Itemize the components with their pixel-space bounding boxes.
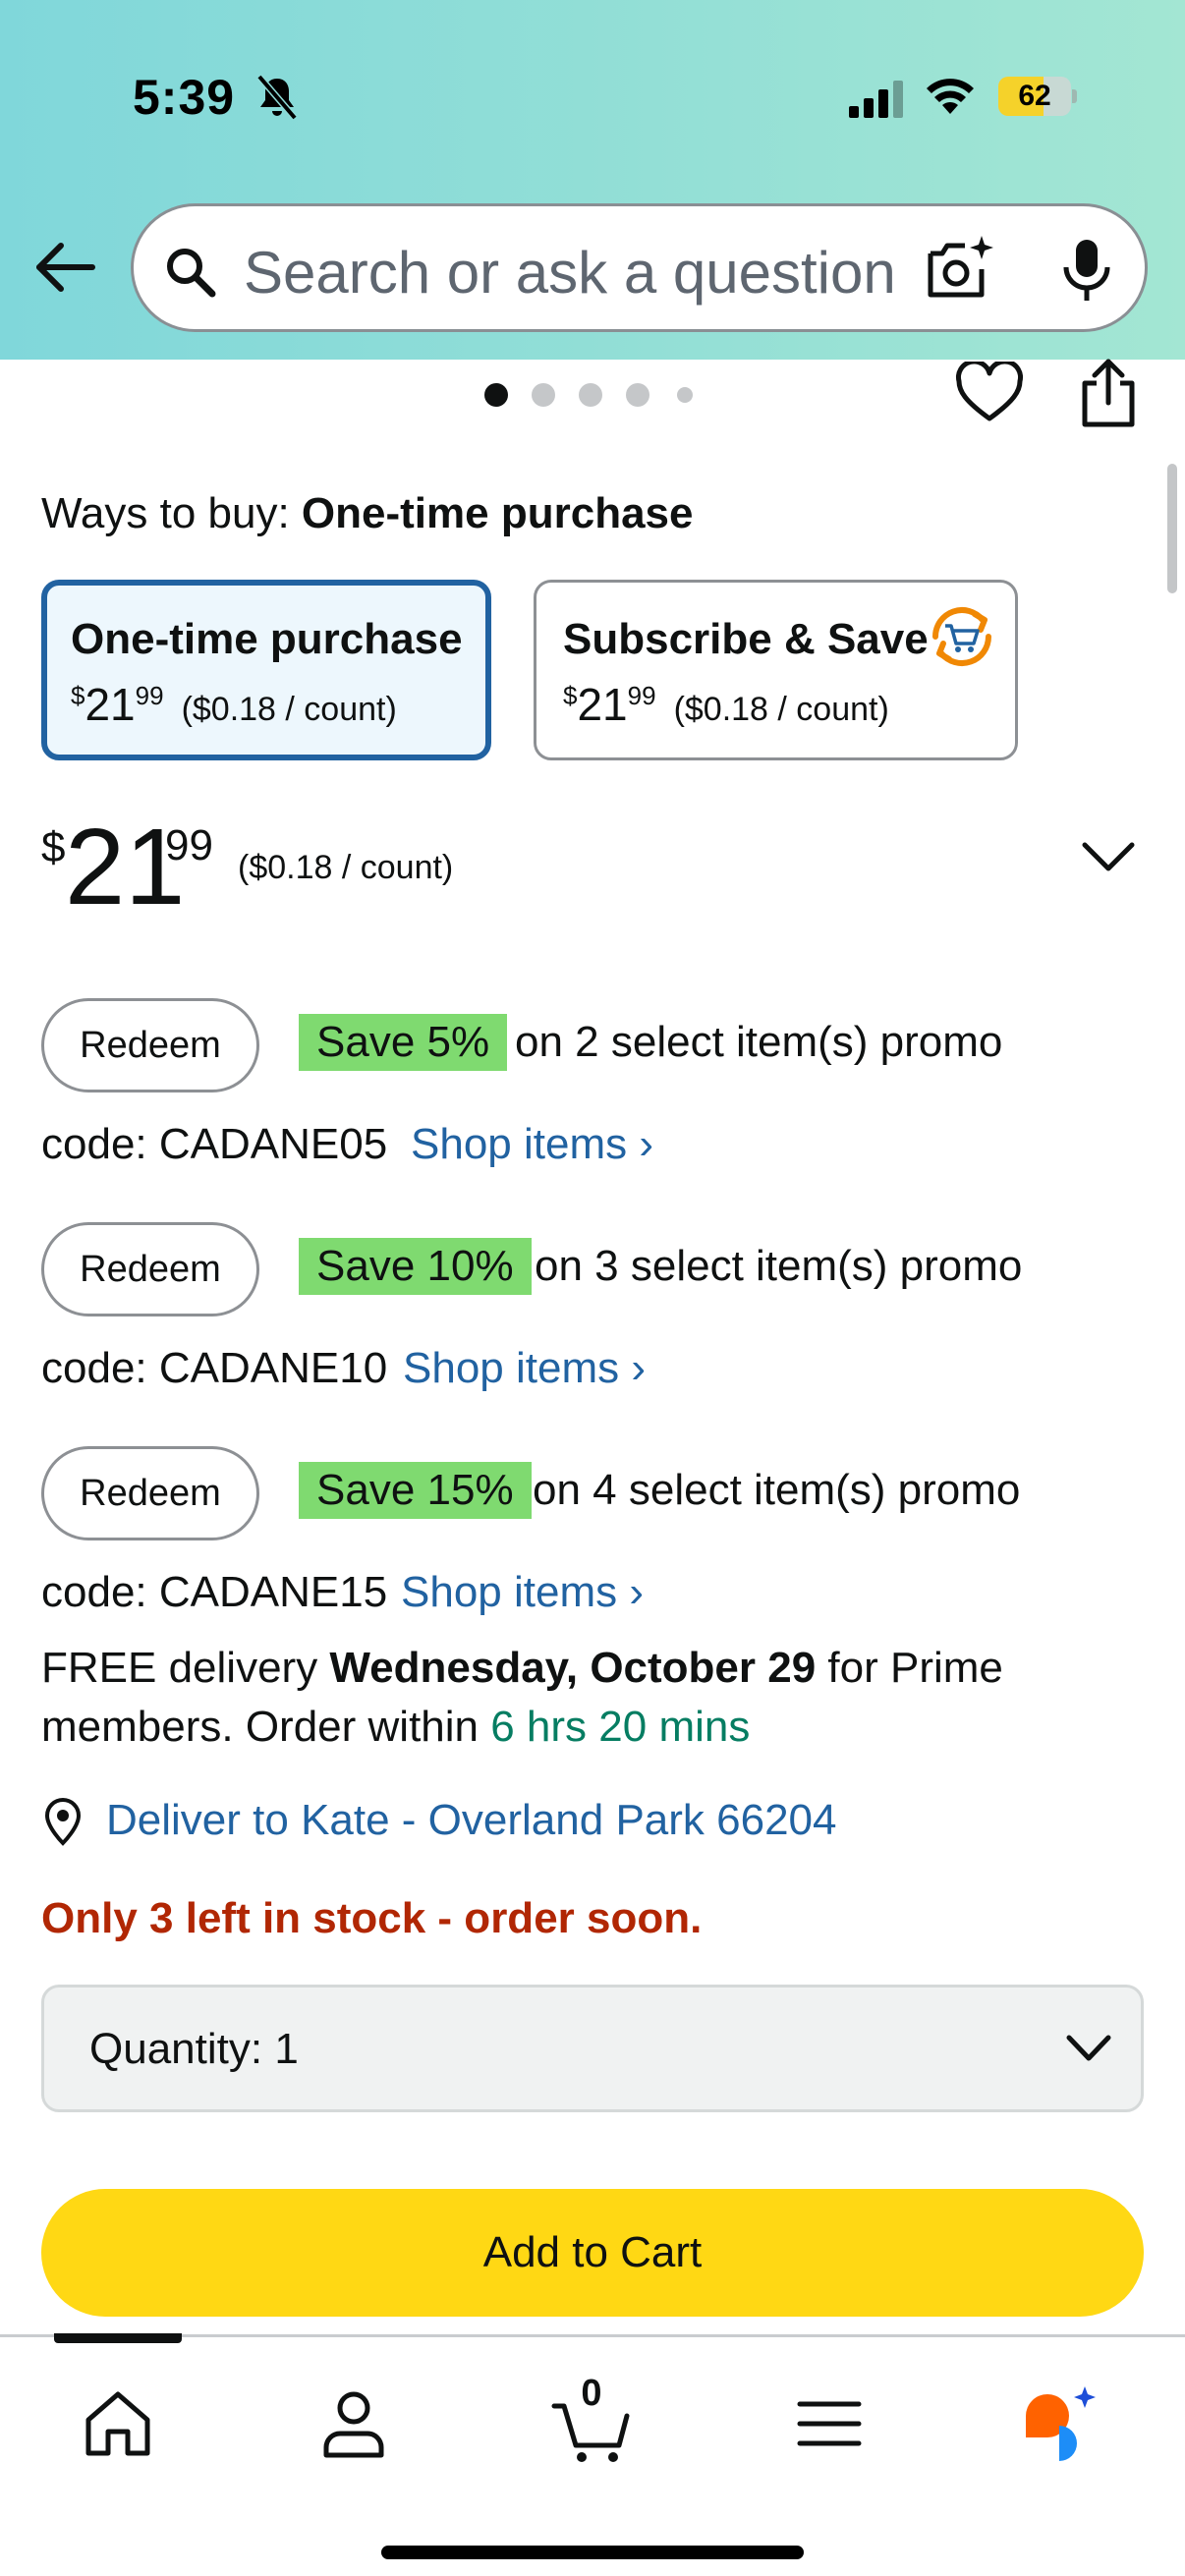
stock-warning: Only 3 left in stock - order soon. bbox=[41, 1894, 703, 1942]
ways-to-buy-prefix: Ways to buy: bbox=[41, 489, 290, 537]
promo-text: on 4 select item(s) promo bbox=[533, 1466, 1021, 1514]
microphone-icon[interactable] bbox=[1057, 236, 1116, 305]
cart-count: 0 bbox=[581, 2373, 602, 2414]
option-title: Subscribe & Save bbox=[563, 615, 929, 663]
quantity-value: 1 bbox=[274, 2025, 299, 2073]
search-input[interactable]: Search or ask a question bbox=[244, 239, 896, 307]
home-icon[interactable] bbox=[77, 2382, 159, 2465]
price-cents: 99 bbox=[165, 821, 213, 869]
redeem-button[interactable]: Redeem bbox=[41, 1222, 259, 1316]
redeem-button[interactable]: Redeem bbox=[41, 1446, 259, 1540]
account-icon[interactable] bbox=[312, 2382, 395, 2465]
wifi-icon bbox=[927, 79, 974, 114]
chevron-down-icon[interactable] bbox=[1079, 837, 1138, 876]
cart-button[interactable]: 0 bbox=[550, 2373, 633, 2465]
cellular-signal-icon bbox=[849, 81, 903, 118]
ways-to-buy-label: Ways to buy: One-time purchase bbox=[41, 489, 693, 538]
quantity-label: Quantity: 1 bbox=[89, 2025, 299, 2073]
battery-indicator: 62 bbox=[998, 77, 1077, 116]
carousel-dot[interactable] bbox=[626, 383, 649, 407]
subscribe-cart-icon bbox=[932, 606, 991, 667]
delivery-date: Wednesday, October 29 bbox=[329, 1644, 817, 1692]
ways-to-buy-selected: One-time purchase bbox=[301, 489, 694, 537]
carousel-dot[interactable] bbox=[677, 387, 693, 403]
add-to-cart-button[interactable]: Add to Cart bbox=[41, 2189, 1144, 2317]
promo-code: code: CADANE15 bbox=[41, 1568, 388, 1616]
order-countdown: 6 hrs 20 mins bbox=[490, 1703, 751, 1751]
battery-level: 62 bbox=[1018, 80, 1051, 112]
subscribe-and-save-option[interactable]: Subscribe & Save $2199 ($0.18 / count) bbox=[534, 580, 1018, 760]
delivery-info: FREE delivery Wednesday, October 29 for … bbox=[41, 1639, 1122, 1757]
price-per-unit: ($0.18 / count) bbox=[238, 849, 454, 886]
chevron-down-icon bbox=[1066, 2035, 1111, 2061]
status-time: 5:39 bbox=[133, 70, 236, 125]
shop-items-link[interactable]: Shop items › bbox=[401, 1568, 644, 1617]
search-bar[interactable]: Search or ask a question bbox=[131, 203, 1148, 332]
option-price: $2199 ($0.18 / count) bbox=[563, 679, 889, 730]
menu-icon[interactable] bbox=[788, 2382, 871, 2465]
heart-icon[interactable] bbox=[955, 362, 1024, 424]
camera-lens-icon[interactable] bbox=[925, 234, 997, 303]
shop-items-link[interactable]: Shop items › bbox=[403, 1344, 646, 1393]
app-header: 5:39 62 Search or ask a question bbox=[0, 0, 1185, 360]
promo-code: code: CADANE10 bbox=[41, 1344, 388, 1392]
promo-badge: Save 5% bbox=[299, 1014, 508, 1071]
promo-code: code: CADANE05 bbox=[41, 1120, 388, 1168]
home-indicator bbox=[381, 2546, 804, 2559]
location-pin-icon bbox=[44, 1797, 82, 1846]
bottom-navigation: 0 bbox=[0, 2333, 1185, 2576]
share-icon[interactable] bbox=[1077, 358, 1140, 428]
carousel-dot[interactable] bbox=[484, 383, 508, 407]
carousel-dot[interactable] bbox=[579, 383, 602, 407]
rufus-icon[interactable] bbox=[1020, 2382, 1102, 2465]
carousel-dot[interactable] bbox=[532, 383, 555, 407]
promo-text: on 3 select item(s) promo bbox=[535, 1242, 1023, 1290]
scrollbar[interactable] bbox=[1167, 464, 1177, 593]
quantity-select[interactable]: Quantity: 1 bbox=[41, 1985, 1144, 2112]
price-currency: $ bbox=[41, 823, 66, 871]
shop-items-link[interactable]: Shop items › bbox=[411, 1120, 653, 1169]
promo-text: on 2 select item(s) promo bbox=[515, 1018, 1003, 1066]
active-tab-indicator bbox=[54, 2333, 182, 2343]
promo-badge: Save 15% bbox=[299, 1462, 532, 1519]
option-price: $2199 ($0.18 / count) bbox=[71, 679, 397, 730]
bell-slash-icon bbox=[256, 74, 298, 121]
one-time-purchase-option[interactable]: One-time purchase $2199 ($0.18 / count) bbox=[41, 580, 491, 760]
search-icon bbox=[167, 249, 216, 298]
promo-badge: Save 10% bbox=[299, 1238, 532, 1295]
back-arrow-icon[interactable] bbox=[33, 241, 96, 294]
deliver-to-link[interactable]: Deliver to Kate - Overland Park 66204 bbox=[106, 1796, 837, 1845]
delivery-prefix: FREE delivery bbox=[41, 1644, 330, 1692]
option-title: One-time purchase bbox=[71, 615, 463, 663]
redeem-button[interactable]: Redeem bbox=[41, 998, 259, 1092]
